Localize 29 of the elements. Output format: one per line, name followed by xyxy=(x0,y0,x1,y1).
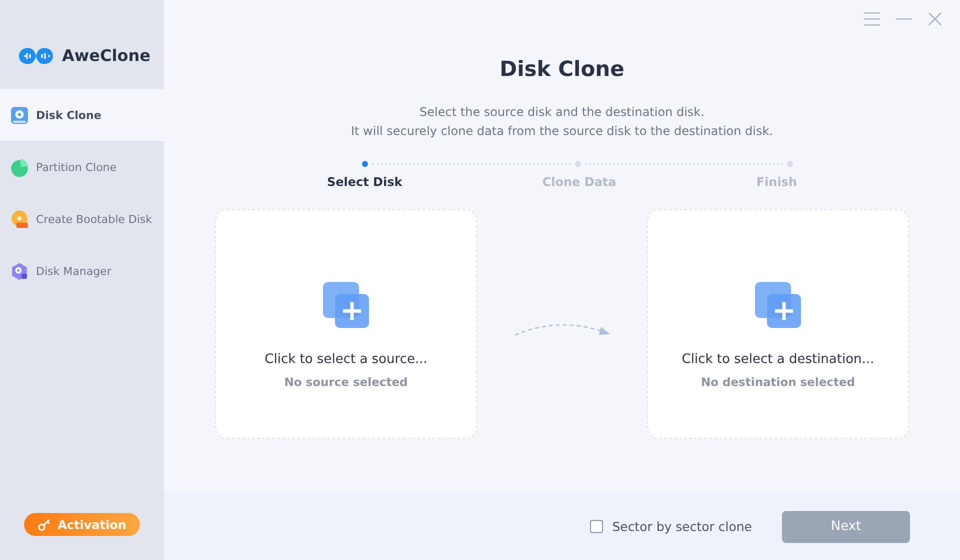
checkbox[interactable] xyxy=(590,520,604,533)
card-title: Click to select a destination... xyxy=(682,352,874,367)
pie-chart-icon xyxy=(10,158,29,176)
minimize-icon[interactable] xyxy=(896,18,912,20)
add-disk-icon xyxy=(321,280,371,330)
step-label: Finish xyxy=(756,175,797,189)
disk-select-card[interactable]: Click to select a source... No source selected xyxy=(215,209,477,439)
sidebar-item[interactable]: Partition Clone xyxy=(0,141,164,193)
sector-checkbox[interactable]: Sector by sector clone xyxy=(590,519,752,534)
sidebar-item[interactable]: Disk Clone xyxy=(0,89,164,141)
page-title: Disk Clone xyxy=(500,57,624,81)
disk-select-card[interactable]: Click to select a destination... No destination selected xyxy=(647,209,909,439)
card-status: No destination selected xyxy=(700,375,856,389)
menu-icon[interactable] xyxy=(864,12,880,26)
description-text: It will securely clone data from the source disk to the destination disk. xyxy=(350,123,773,140)
sidebar-item[interactable]: Create Bootable Disk xyxy=(0,193,164,245)
logo-icon xyxy=(18,46,54,66)
activation-button[interactable]: Activation xyxy=(24,513,140,536)
card-title: Click to select a source... xyxy=(264,352,428,367)
close-icon[interactable] xyxy=(928,12,942,26)
disc-icon xyxy=(10,210,29,228)
step-label: Clone Data xyxy=(542,175,616,189)
key-icon xyxy=(38,518,51,531)
step-label: Select Disk xyxy=(327,175,402,189)
sidebar-item[interactable]: Disk Manager xyxy=(0,245,164,297)
description-text: Select the source disk and the destination disk. xyxy=(420,104,704,121)
card-status: No source selected xyxy=(284,375,408,389)
add-disk-icon xyxy=(753,280,803,330)
app-name: AweClone xyxy=(62,46,150,65)
